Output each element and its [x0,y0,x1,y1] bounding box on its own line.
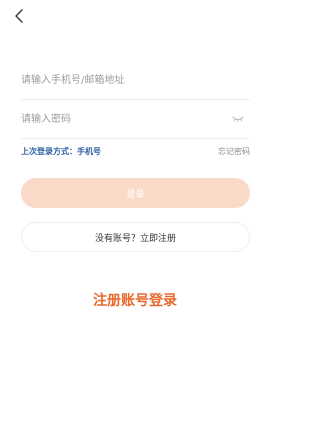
login-button[interactable]: 登录 [21,178,250,208]
phone-email-input[interactable] [21,61,250,99]
register-button[interactable]: 没有账号？立即注册 [21,222,250,252]
password-input[interactable] [21,100,250,138]
login-meta-row: 上次登录方式：手机号 忘记密码 [21,144,250,158]
phone-email-field [21,61,250,100]
forgot-password-link[interactable]: 忘记密码 [218,146,250,157]
eye-closed-icon[interactable] [232,114,244,124]
last-login-method: 上次登录方式：手机号 [21,146,101,156]
register-account-login-link[interactable]: 注册账号登录 [0,290,270,310]
chevron-left-icon [15,9,23,23]
back-button[interactable] [8,5,30,27]
password-field [21,100,250,139]
